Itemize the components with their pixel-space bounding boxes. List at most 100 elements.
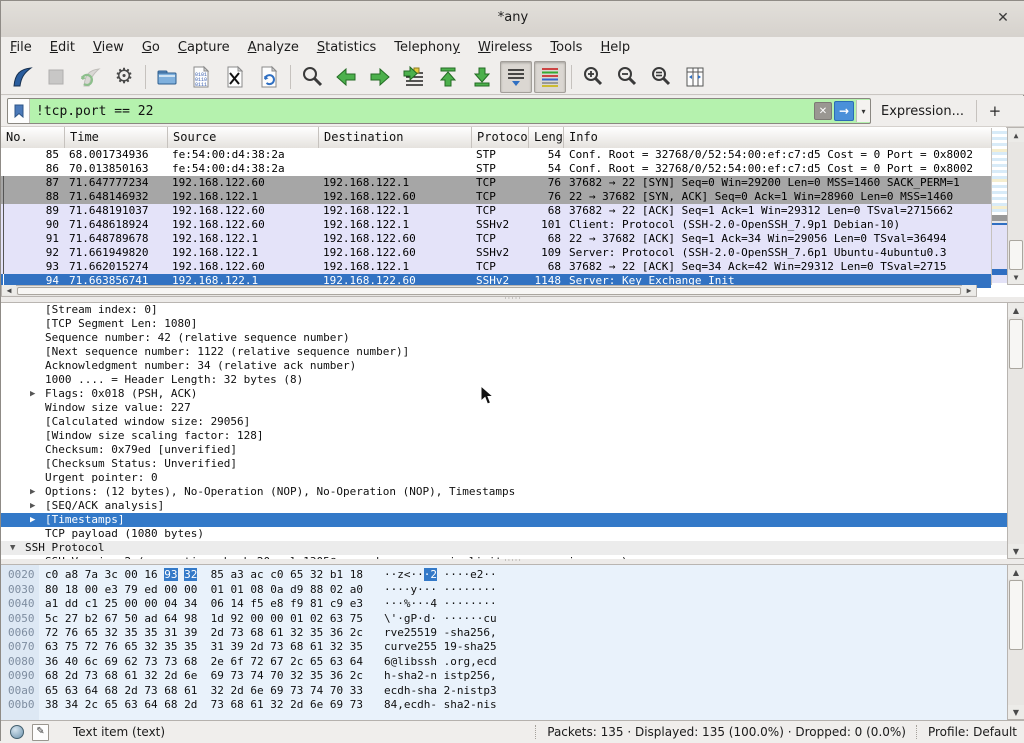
detail-line-7[interactable]: Window size value: 227 xyxy=(1,401,1007,415)
collapse-icon[interactable]: ▼ xyxy=(10,541,15,555)
capture-comment-icon[interactable]: ✎ xyxy=(32,724,49,741)
filter-apply-icon[interactable]: → xyxy=(834,101,854,121)
menu-go[interactable]: Go xyxy=(133,37,169,59)
expand-icon[interactable]: ▶ xyxy=(30,499,35,513)
packet-row-85[interactable]: 8568.001734936fe:54:00:d4:38:2aSTP54Conf… xyxy=(1,148,991,162)
find-packet-button[interactable] xyxy=(296,61,328,93)
zoom-out-button[interactable] xyxy=(611,61,643,93)
go-to-top-button[interactable] xyxy=(432,61,464,93)
hex-row-0090[interactable]: 009068 2d 73 68 61 32 2d 6e 69 73 74 70 … xyxy=(1,669,1007,683)
hex-row-0020[interactable]: 0020c0 a8 7a 3c 00 16 93 32 85 a3 ac c0 … xyxy=(1,568,1007,582)
scroll-down-icon[interactable]: ▼ xyxy=(1008,270,1024,284)
scroll-thumb[interactable] xyxy=(1009,240,1023,270)
filter-bookmark-button[interactable] xyxy=(8,99,30,123)
hex-row-0070[interactable]: 007063 75 72 76 65 32 35 35 31 39 2d 73 … xyxy=(1,640,1007,654)
scroll-thumb[interactable] xyxy=(17,287,961,295)
menu-file[interactable]: File xyxy=(1,37,41,59)
add-filter-button[interactable]: + xyxy=(985,102,1005,120)
display-filter-field[interactable]: !tcp.port == 22 ✕ → ▾ xyxy=(7,98,871,124)
detail-line-12[interactable]: Urgent pointer: 0 xyxy=(1,471,1007,485)
scroll-thumb[interactable] xyxy=(1009,319,1023,369)
go-forward-button[interactable] xyxy=(364,61,396,93)
packet-list-hscrollbar[interactable]: ◀ ▶ xyxy=(1,285,977,297)
scroll-up-icon[interactable]: ▲ xyxy=(1008,128,1024,142)
menu-edit[interactable]: Edit xyxy=(41,37,84,59)
column-header-destination[interactable]: Destination xyxy=(319,127,472,148)
details-vscrollbar[interactable]: ▲ ▼ xyxy=(1007,302,1024,559)
scroll-thumb[interactable] xyxy=(1009,580,1023,650)
packet-row-87[interactable]: 8771.647777234192.168.122.60192.168.122.… xyxy=(1,176,991,190)
detail-line-1[interactable]: [TCP Segment Len: 1080] xyxy=(1,317,1007,331)
detail-line-17[interactable]: ▼SSH Protocol xyxy=(1,541,1007,555)
close-icon[interactable]: ✕ xyxy=(995,10,1011,26)
menu-view[interactable]: View xyxy=(84,37,133,59)
hex-row-0050[interactable]: 00505c 27 b2 67 50 ad 64 98 1d 92 00 00 … xyxy=(1,612,1007,626)
scroll-up-icon[interactable]: ▲ xyxy=(1008,565,1024,579)
column-header-length[interactable]: Length xyxy=(529,127,564,148)
go-back-button[interactable] xyxy=(330,61,362,93)
packet-row-88[interactable]: 8871.648146932192.168.122.1192.168.122.6… xyxy=(1,190,991,204)
detail-line-10[interactable]: Checksum: 0x79ed [unverified] xyxy=(1,443,1007,457)
packet-row-91[interactable]: 9171.648789678192.168.122.1192.168.122.6… xyxy=(1,232,991,246)
scroll-left-icon[interactable]: ◀ xyxy=(2,285,16,295)
menu-analyze[interactable]: Analyze xyxy=(239,37,308,59)
detail-line-8[interactable]: [Calculated window size: 29056] xyxy=(1,415,1007,429)
menu-tools[interactable]: Tools xyxy=(541,37,591,59)
expression-button[interactable]: Expression... xyxy=(881,104,964,119)
column-header-no[interactable]: No. xyxy=(1,127,65,148)
menu-statistics[interactable]: Statistics xyxy=(308,37,385,59)
colorize-button[interactable] xyxy=(534,61,566,93)
detail-line-9[interactable]: [Window size scaling factor: 128] xyxy=(1,429,1007,443)
expand-icon[interactable]: ▶ xyxy=(30,485,35,499)
column-header-protocol[interactable]: Protocol xyxy=(472,127,529,148)
packet-row-90[interactable]: 9071.648618924192.168.122.60192.168.122.… xyxy=(1,218,991,232)
detail-line-11[interactable]: [Checksum Status: Unverified] xyxy=(1,457,1007,471)
packet-row-86[interactable]: 8670.013850163fe:54:00:d4:38:2aSTP54Conf… xyxy=(1,162,991,176)
hex-vscrollbar[interactable]: ▲ ▼ xyxy=(1007,564,1024,720)
resize-columns-button[interactable] xyxy=(679,61,711,93)
expert-info-icon[interactable] xyxy=(10,725,24,739)
detail-line-13[interactable]: ▶Options: (12 bytes), No-Operation (NOP)… xyxy=(1,485,1007,499)
detail-line-5[interactable]: 1000 .... = Header Length: 32 bytes (8) xyxy=(1,373,1007,387)
expand-icon[interactable]: ▶ xyxy=(30,513,35,527)
open-file-button[interactable] xyxy=(151,61,183,93)
restart-capture-button[interactable] xyxy=(74,61,106,93)
start-capture-button[interactable] xyxy=(6,61,38,93)
detail-line-16[interactable]: TCP payload (1080 bytes) xyxy=(1,527,1007,541)
detail-line-14[interactable]: ▶[SEQ/ACK analysis] xyxy=(1,499,1007,513)
hex-row-0080[interactable]: 008036 40 6c 69 62 73 73 68 2e 6f 72 67 … xyxy=(1,655,1007,669)
hex-row-0040[interactable]: 0040a1 dd c1 25 00 00 04 34 06 14 f5 e8 … xyxy=(1,597,1007,611)
filter-clear-icon[interactable]: ✕ xyxy=(814,102,832,120)
menu-help[interactable]: Help xyxy=(591,37,639,59)
packet-list-header[interactable]: No.TimeSourceDestinationProtocolLengthIn… xyxy=(1,127,1007,149)
expand-icon[interactable]: ▶ xyxy=(30,387,35,401)
filter-input[interactable]: !tcp.port == 22 xyxy=(30,104,814,119)
zoom-reset-button[interactable] xyxy=(645,61,677,93)
menu-wireless[interactable]: Wireless xyxy=(469,37,541,59)
zoom-in-button[interactable] xyxy=(577,61,609,93)
scroll-down-icon[interactable]: ▼ xyxy=(1008,705,1024,719)
detail-line-3[interactable]: [Next sequence number: 1122 (relative se… xyxy=(1,345,1007,359)
column-header-info[interactable]: Info xyxy=(564,127,1007,148)
packet-list-vscrollbar[interactable]: ▲ ▼ xyxy=(1007,127,1024,285)
hex-row-00b0[interactable]: 00b038 34 2c 65 63 64 68 2d 73 68 61 32 … xyxy=(1,698,1007,712)
scroll-up-icon[interactable]: ▲ xyxy=(1008,303,1024,317)
scroll-down-icon[interactable]: ▼ xyxy=(1008,544,1024,558)
detail-line-15[interactable]: ▶[Timestamps] xyxy=(1,513,1007,527)
detail-line-4[interactable]: Acknowledgment number: 34 (relative ack … xyxy=(1,359,1007,373)
hex-rows[interactable]: 0020c0 a8 7a 3c 00 16 93 32 85 a3 ac c0 … xyxy=(1,565,1007,712)
detail-line-6[interactable]: ▶Flags: 0x018 (PSH, ACK) xyxy=(1,387,1007,401)
go-to-packet-button[interactable] xyxy=(398,61,430,93)
packet-row-93[interactable]: 9371.662015274192.168.122.60192.168.122.… xyxy=(1,260,991,274)
packet-list-minimap[interactable] xyxy=(991,128,1008,285)
hex-row-0060[interactable]: 006072 76 65 32 35 35 31 39 2d 73 68 61 … xyxy=(1,626,1007,640)
detail-line-0[interactable]: [Stream index: 0] xyxy=(1,303,1007,317)
packet-row-92[interactable]: 9271.661949820192.168.122.1192.168.122.6… xyxy=(1,246,991,260)
menu-telephony[interactable]: Telephony xyxy=(385,37,469,59)
auto-scroll-button[interactable] xyxy=(500,61,532,93)
scroll-right-icon[interactable]: ▶ xyxy=(962,285,976,295)
close-file-button[interactable] xyxy=(219,61,251,93)
hex-row-00a0[interactable]: 00a065 63 64 68 2d 73 68 61 32 2d 6e 69 … xyxy=(1,684,1007,698)
detail-line-2[interactable]: Sequence number: 42 (relative sequence n… xyxy=(1,331,1007,345)
go-to-bottom-button[interactable] xyxy=(466,61,498,93)
